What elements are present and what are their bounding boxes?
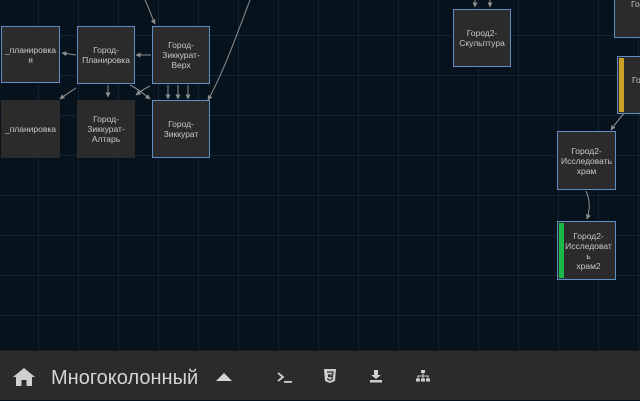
- terminal-icon: [277, 372, 292, 383]
- edge: [61, 51, 77, 57]
- node-label: Город- Зиккурат: [163, 119, 199, 139]
- download-button[interactable]: [366, 366, 386, 386]
- node-label: Город2- Исследовать храм: [560, 145, 613, 176]
- graph-node[interactable]: Город2- Исследовать храм2: [557, 221, 616, 280]
- graph-node[interactable]: _планировкая: [1, 26, 60, 83]
- graph-node[interactable]: Город- Зиккурат: [152, 100, 210, 158]
- download-icon: [370, 370, 382, 383]
- home-button[interactable]: [12, 366, 36, 388]
- node-label: Город2- Скульптура: [459, 28, 505, 48]
- graph-title: Многоколонный: [51, 367, 199, 389]
- bottom-toolbar: Многоколонный: [0, 350, 640, 400]
- edge: [59, 87, 77, 100]
- css-button[interactable]: [320, 366, 340, 386]
- graph-node[interactable]: Город П: [617, 56, 640, 114]
- graph-node[interactable]: Город- Планировка: [77, 26, 135, 84]
- node-label: Город П: [632, 75, 640, 85]
- node-label: Город Х: [631, 0, 640, 19]
- node-label: _планировка: [4, 124, 57, 134]
- sitemap-icon: [416, 370, 430, 382]
- status-stripe: [619, 58, 624, 112]
- graph-node[interactable]: _планировка: [1, 100, 60, 158]
- node-label: _планировкая: [4, 44, 57, 65]
- node-label: Город- Зиккурат- Алтарь: [87, 114, 125, 144]
- edge: [585, 190, 591, 220]
- edge: [207, 0, 251, 101]
- node-label: Город- Зиккурат- Верх: [162, 40, 200, 70]
- node-label: Город- Планировка: [82, 45, 130, 65]
- edge: [610, 111, 626, 131]
- node-label: Город2- Исследовать храм2: [565, 230, 612, 271]
- graph-node[interactable]: Город Х: [614, 0, 640, 38]
- graph-node[interactable]: Город- Зиккурат- Алтарь: [77, 100, 135, 158]
- graph-node[interactable]: Город2- Скульптура: [453, 9, 511, 67]
- graph-selector[interactable]: Многоколонный: [46, 351, 236, 401]
- graph-node[interactable]: Город2- Исследовать храм: [557, 131, 616, 190]
- edge: [144, 0, 156, 25]
- terminal-button[interactable]: [275, 367, 295, 387]
- graph-node[interactable]: Город- Зиккурат- Верх: [152, 26, 210, 84]
- css3-icon: [324, 369, 336, 383]
- home-icon: [13, 368, 35, 386]
- graph-canvas[interactable]: _планировкая Город- Планировка Город- Зи…: [0, 0, 640, 350]
- caret-up-icon: [216, 373, 232, 381]
- status-stripe: [559, 223, 564, 278]
- hierarchy-button[interactable]: [413, 366, 433, 386]
